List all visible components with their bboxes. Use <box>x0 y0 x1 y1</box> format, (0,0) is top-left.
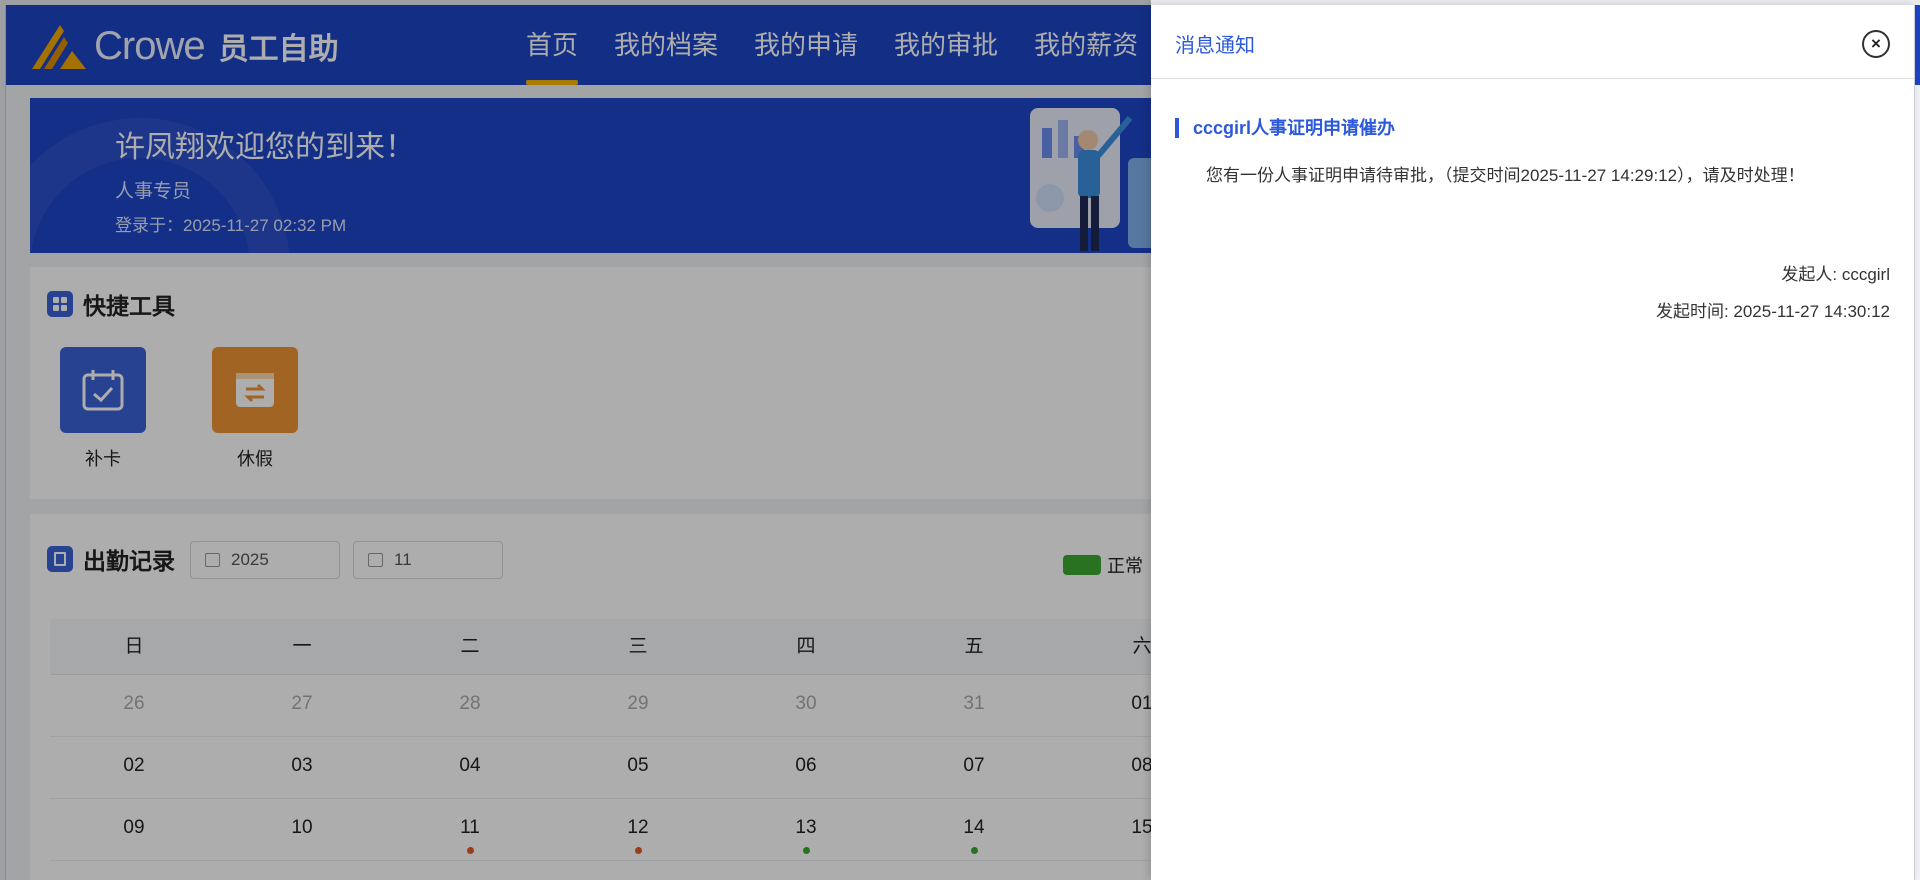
message-title[interactable]: cccgirl人事证明申请催办 <box>1175 118 1395 138</box>
message-sender: 发起人: cccgirl <box>1781 265 1890 284</box>
message-body: 您有一份人事证明申请待审批，（提交时间2025-11-27 14:29:12），… <box>1206 166 1805 185</box>
notification-drawer: 消息通知 × cccgirl人事证明申请催办 您有一份人事证明申请待审批，（提交… <box>1151 5 1915 880</box>
drawer-title: 消息通知 <box>1175 35 1255 57</box>
message-sent-time: 发起时间: 2025-11-27 14:30:12 <box>1655 302 1890 321</box>
drawer-header: 消息通知 × <box>1151 5 1914 79</box>
close-icon[interactable]: × <box>1862 30 1890 58</box>
modal-backdrop[interactable] <box>0 0 1151 880</box>
